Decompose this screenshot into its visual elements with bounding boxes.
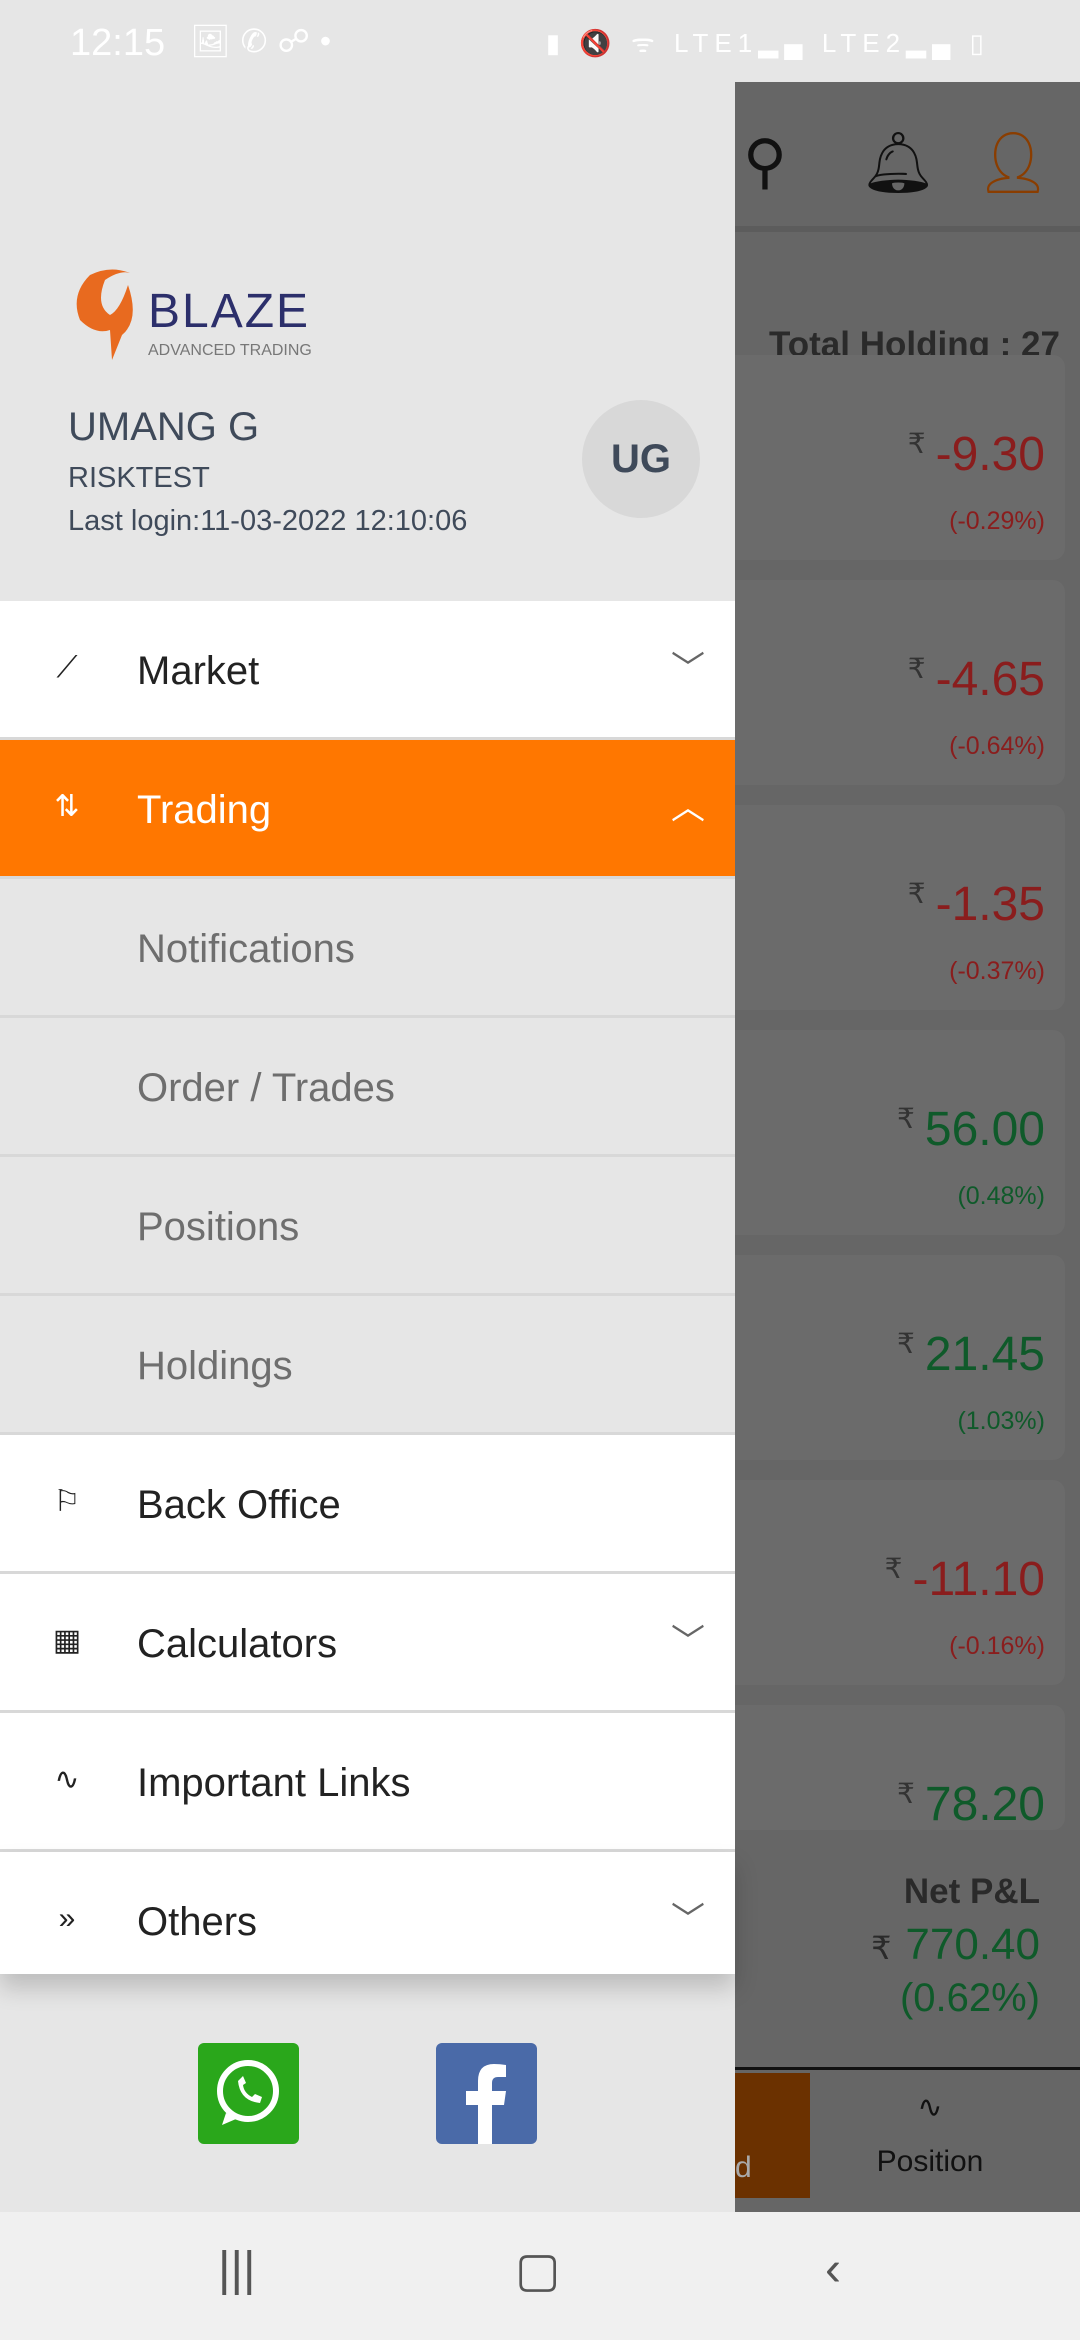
rupee-icon: ₹ xyxy=(907,878,926,909)
status-bar: 12:15 🖼✆☍• ▮ 🔇 ᯤ LTE1▂▄ LTE2▂▄ ▯ xyxy=(0,0,1080,82)
holding-card[interactable]: ₹ -4.65 (-0.64%) xyxy=(735,580,1065,785)
user-name: UMANG G xyxy=(68,405,260,449)
rupee-icon: ₹ xyxy=(897,1328,915,1359)
status-time: 12:15 xyxy=(70,22,166,64)
holding-change-pct: (1.03%) xyxy=(957,1407,1045,1435)
system-nav-bar: ||| ▢ ‹ xyxy=(0,2212,1080,2340)
app-top-bar: ⚲ 🔔︎ 👤︎ xyxy=(735,82,1080,232)
system-icons: ▮ 🔇 ᯤ LTE1▂▄ LTE2▂▄ ▯ xyxy=(545,28,990,58)
menu-item-label: Notifications xyxy=(137,927,355,971)
menu-item-others[interactable]: » Others ﹀ xyxy=(0,1852,735,1974)
rupee-icon: ₹ xyxy=(871,1930,892,1966)
holding-card[interactable]: ₹56.00 (0.48%) xyxy=(735,1030,1065,1235)
notification-icons: 🖼✆☍• xyxy=(190,23,342,59)
last-login: Last login:11-03-2022 12:10:06 xyxy=(68,505,468,537)
holding-card[interactable]: ₹78.20 xyxy=(735,1705,1065,1831)
holding-change: -4.65 xyxy=(935,653,1045,706)
recents-icon[interactable]: ||| xyxy=(218,2242,255,2297)
net-pnl-value: 770.40 xyxy=(905,1920,1040,1969)
calculator-icon: ▦ xyxy=(52,1624,82,1657)
user-icon[interactable]: 👤︎ xyxy=(975,127,1051,198)
holding-change-pct: (-0.16%) xyxy=(949,1632,1045,1660)
account-id: RISKTEST xyxy=(68,462,210,494)
menu-item-trading[interactable]: ⇅ Trading ︿ xyxy=(0,740,735,879)
menu-item-calculators[interactable]: ▦ Calculators ﹀ xyxy=(0,1574,735,1713)
navigation-drawer: BLAZE ADVANCED TRADING UMANG G RISKTEST … xyxy=(0,0,735,2212)
holding-change: -1.35 xyxy=(935,878,1045,931)
holding-card[interactable]: ₹21.45 (1.03%) xyxy=(735,1255,1065,1460)
menu-item-label: Back Office xyxy=(137,1483,341,1527)
menu-item-order-trades[interactable]: Order / Trades xyxy=(0,1018,735,1157)
holding-change: 78.20 xyxy=(924,1778,1045,1831)
whatsapp-icon xyxy=(217,2060,279,2125)
holding-change: -9.30 xyxy=(935,428,1045,481)
holding-change-pct: (-0.64%) xyxy=(949,732,1045,760)
holding-change: 21.45 xyxy=(924,1328,1045,1381)
menu-item-back-office[interactable]: ⚐ Back Office xyxy=(0,1435,735,1574)
menu-item-holdings[interactable]: Holdings xyxy=(0,1296,735,1435)
tab-position-label: Position xyxy=(876,2145,984,2178)
menu-item-label: Market xyxy=(137,649,260,693)
avatar[interactable]: UG xyxy=(582,400,700,518)
holding-change: 56.00 xyxy=(924,1103,1045,1156)
menu-item-label: Order / Trades xyxy=(137,1066,395,1110)
tab-hold[interactable]: d xyxy=(735,2073,810,2198)
facebook-button[interactable] xyxy=(436,2043,537,2144)
svg-text:BLAZE: BLAZE xyxy=(148,285,310,338)
bell-icon[interactable]: 🔔︎ xyxy=(860,127,936,198)
drawer-menu: ⟋ Market ﹀ ⇅ Trading ︿ Notifications Order / Tr… xyxy=(0,601,735,1974)
ipo-signpost-icon: ⚐ xyxy=(53,1485,81,1518)
rupee-icon: ₹ xyxy=(884,1553,903,1584)
menu-item-label: Calculators xyxy=(137,1622,338,1666)
menu-item-important-links[interactable]: ∿ Important Links xyxy=(0,1713,735,1852)
net-pnl: Net P&L ₹770.40 (0.62%) xyxy=(735,1842,1080,2067)
holding-change: -11.10 xyxy=(912,1553,1045,1606)
chevron-up-icon[interactable]: ︿ xyxy=(671,780,705,829)
menu-item-label: Positions xyxy=(137,1205,300,1249)
chevron-down-icon[interactable]: ﹀ xyxy=(671,641,705,690)
net-pnl-label: Net P&L xyxy=(903,1872,1040,1911)
back-icon[interactable]: ‹ xyxy=(825,2242,841,2297)
trend-up-icon: ⟋ xyxy=(56,651,78,684)
search-icon[interactable]: ⚲ xyxy=(743,127,787,197)
position-icon: ∿ xyxy=(917,2091,943,2124)
menu-item-market[interactable]: ⟋ Market ﹀ xyxy=(0,601,735,740)
holding-change-pct: (0.48%) xyxy=(957,1182,1045,1210)
home-icon[interactable]: ▢ xyxy=(515,2242,560,2298)
holding-change-pct: (-0.29%) xyxy=(949,507,1045,535)
holdings-screen-dimmed: ⚲ 🔔︎ 👤︎ Total Holding : 27 ₹ -9.30 (-0.29%… xyxy=(735,82,1080,2212)
holding-change-pct: (-0.37%) xyxy=(949,957,1045,985)
menu-item-positions[interactable]: Positions xyxy=(0,1157,735,1296)
rupee-icon: ₹ xyxy=(897,1778,915,1809)
chevron-down-icon[interactable]: ﹀ xyxy=(671,1614,705,1663)
holding-card[interactable]: ₹ -9.30 (-0.29%) xyxy=(735,355,1065,560)
links-icon: ∿ xyxy=(54,1763,80,1796)
rupee-icon: ₹ xyxy=(897,1103,915,1134)
holding-card[interactable]: ₹ -11.10 (-0.16%) xyxy=(735,1480,1065,1685)
menu-item-label: Trading xyxy=(137,788,272,832)
menu-item-label: Holdings xyxy=(137,1344,293,1388)
rupee-icon: ₹ xyxy=(907,428,926,459)
up-down-arrows-icon: ⇅ xyxy=(54,790,80,823)
double-chevron-right-icon: » xyxy=(58,1902,76,1935)
tab-position[interactable]: ∿ Position xyxy=(845,2090,1015,2179)
whatsapp-button[interactable] xyxy=(198,2043,299,2144)
blaze-logo: BLAZE ADVANCED TRADING xyxy=(70,265,380,365)
menu-item-notifications[interactable]: Notifications xyxy=(0,879,735,1018)
facebook-icon xyxy=(466,2064,506,2144)
net-pnl-pct: (0.62%) xyxy=(899,1976,1040,2020)
bottom-tabs: d ∿ Position xyxy=(735,2067,1080,2199)
menu-item-label: Important Links xyxy=(137,1761,411,1805)
total-holding: Total Holding : 27 xyxy=(768,325,1060,364)
holding-card[interactable]: ₹ -1.35 (-0.37%) xyxy=(735,805,1065,1010)
rupee-icon: ₹ xyxy=(907,653,926,684)
menu-item-label: Others xyxy=(137,1900,258,1944)
chevron-down-icon[interactable]: ﹀ xyxy=(671,1892,705,1941)
svg-text:ADVANCED TRADING: ADVANCED TRADING xyxy=(148,342,312,359)
